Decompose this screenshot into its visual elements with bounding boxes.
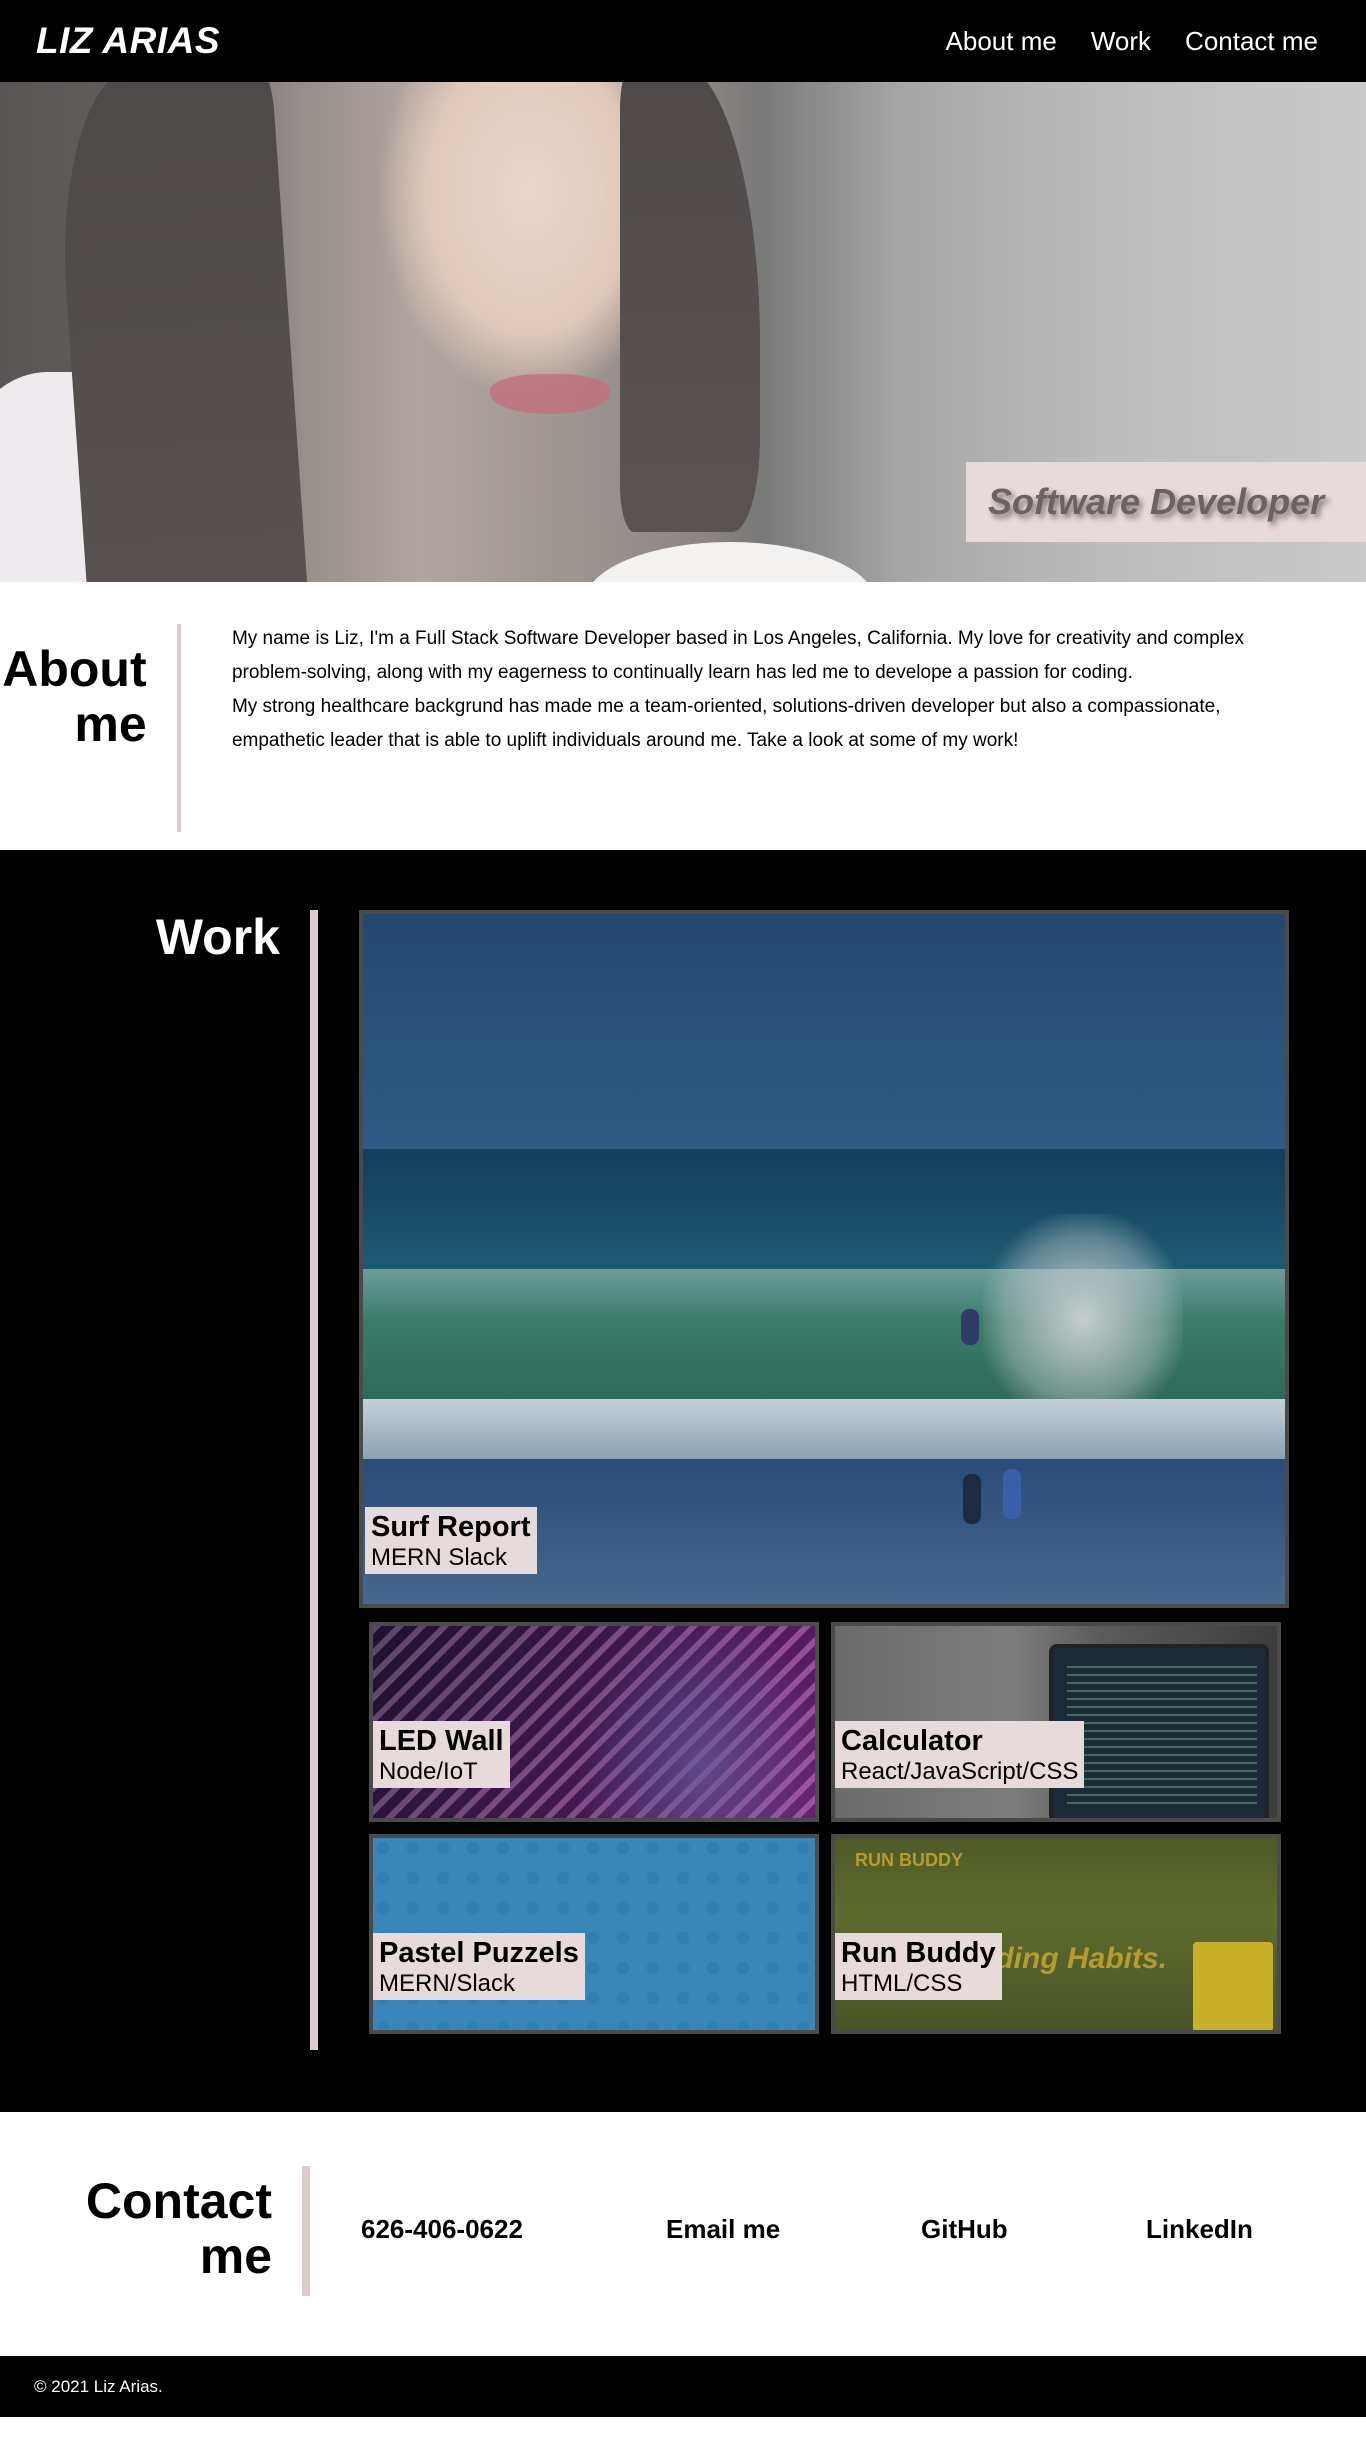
project-row: Pastel Puzzels MERN/Slack RUN BUDDY art … xyxy=(369,1834,1289,2034)
project-row: LED Wall Node/IoT Calculator React/JavaS… xyxy=(369,1622,1289,1822)
hero-title-badge: Software Developer xyxy=(966,462,1366,542)
email-link[interactable]: Email me xyxy=(666,2214,921,2245)
linkedin-link[interactable]: LinkedIn xyxy=(1146,2214,1253,2245)
project-label: LED Wall Node/IoT xyxy=(373,1721,510,1788)
surf-photo-surfer xyxy=(961,1309,979,1345)
project-tile-led-wall[interactable]: LED Wall Node/IoT xyxy=(369,1622,819,1822)
hero-banner: Software Developer xyxy=(0,82,1366,582)
nav-work-link[interactable]: Work xyxy=(1091,26,1151,57)
project-label: Surf Report MERN Slack xyxy=(365,1507,537,1574)
surf-photo-spray xyxy=(983,1214,1183,1424)
project-tile-run-buddy[interactable]: RUN BUDDY art Building Habits. Run Buddy… xyxy=(831,1834,1281,2034)
project-tech: Node/IoT xyxy=(379,1758,478,1785)
run-buddy-form xyxy=(1193,1942,1273,2030)
work-grid: Surf Report MERN Slack LED Wall Node/IoT… xyxy=(359,910,1289,2052)
site-header: LIZ ARIAS About me Work Contact me xyxy=(0,0,1366,82)
hero-title: Software Developer xyxy=(988,481,1325,522)
laptop-code xyxy=(1067,1666,1257,1806)
project-title: Surf Report xyxy=(371,1511,531,1543)
work-heading: Work xyxy=(155,909,280,965)
project-tech: MERN Slack xyxy=(371,1544,508,1571)
footer-copyright: © 2021 Liz Arias. xyxy=(34,2376,163,2396)
phone-link[interactable]: 626-406-0622 xyxy=(361,2214,666,2245)
project-tile-pastel-puzzels[interactable]: Pastel Puzzels MERN/Slack xyxy=(369,1834,819,2034)
project-label: Pastel Puzzels MERN/Slack xyxy=(373,1933,585,2000)
project-label: Calculator React/JavaScript/CSS xyxy=(835,1721,1085,1788)
project-title: Calculator xyxy=(841,1725,983,1757)
project-tech: MERN/Slack xyxy=(379,1970,516,1997)
about-heading: About me xyxy=(2,641,147,752)
nav-contact-link[interactable]: Contact me xyxy=(1185,26,1318,57)
site-footer: © 2021 Liz Arias. xyxy=(0,2356,1366,2417)
project-title: LED Wall xyxy=(379,1725,504,1757)
project-label: Run Buddy HTML/CSS xyxy=(835,1933,1002,2000)
project-tech: HTML/CSS xyxy=(841,1970,963,1997)
run-buddy-logo-text: RUN BUDDY xyxy=(855,1850,963,1870)
work-divider xyxy=(310,910,318,2050)
surf-photo-person xyxy=(963,1474,981,1524)
contact-heading: Contact me xyxy=(85,2173,272,2284)
project-tile-surf-report[interactable]: Surf Report MERN Slack xyxy=(359,910,1289,1608)
about-paragraph-2: My strong healthcare backgrund has made … xyxy=(231,696,1221,751)
surf-photo-person xyxy=(1003,1469,1021,1519)
surf-photo-foam xyxy=(363,1399,1285,1459)
about-divider xyxy=(176,624,181,832)
surf-photo-sky xyxy=(363,914,1285,1149)
about-text: My name is Liz, I'm a Full Stack Softwar… xyxy=(232,622,1266,832)
work-section: Work Surf Report MERN Slack LED Wall Nod… xyxy=(0,850,1366,2112)
about-section: About me My name is Liz, I'm a Full Stac… xyxy=(0,582,1366,850)
project-tile-calculator[interactable]: Calculator React/JavaScript/CSS xyxy=(831,1622,1281,1822)
project-tech: React/JavaScript/CSS xyxy=(841,1758,1079,1785)
contact-section: Contact me 626-406-0622 Email me GitHub … xyxy=(0,2112,1366,2356)
site-logo[interactable]: LIZ ARIAS xyxy=(36,20,220,62)
project-title: Pastel Puzzels xyxy=(379,1937,579,1969)
about-paragraph-1: My name is Liz, I'm a Full Stack Softwar… xyxy=(231,628,1245,683)
github-link[interactable]: GitHub xyxy=(921,2214,1146,2245)
contact-divider xyxy=(302,2166,310,2296)
main-nav: About me Work Contact me xyxy=(946,26,1318,57)
contact-links: 626-406-0622 Email me GitHub LinkedIn xyxy=(361,2214,1253,2245)
nav-about-link[interactable]: About me xyxy=(946,26,1057,57)
project-title: Run Buddy xyxy=(841,1937,996,1969)
